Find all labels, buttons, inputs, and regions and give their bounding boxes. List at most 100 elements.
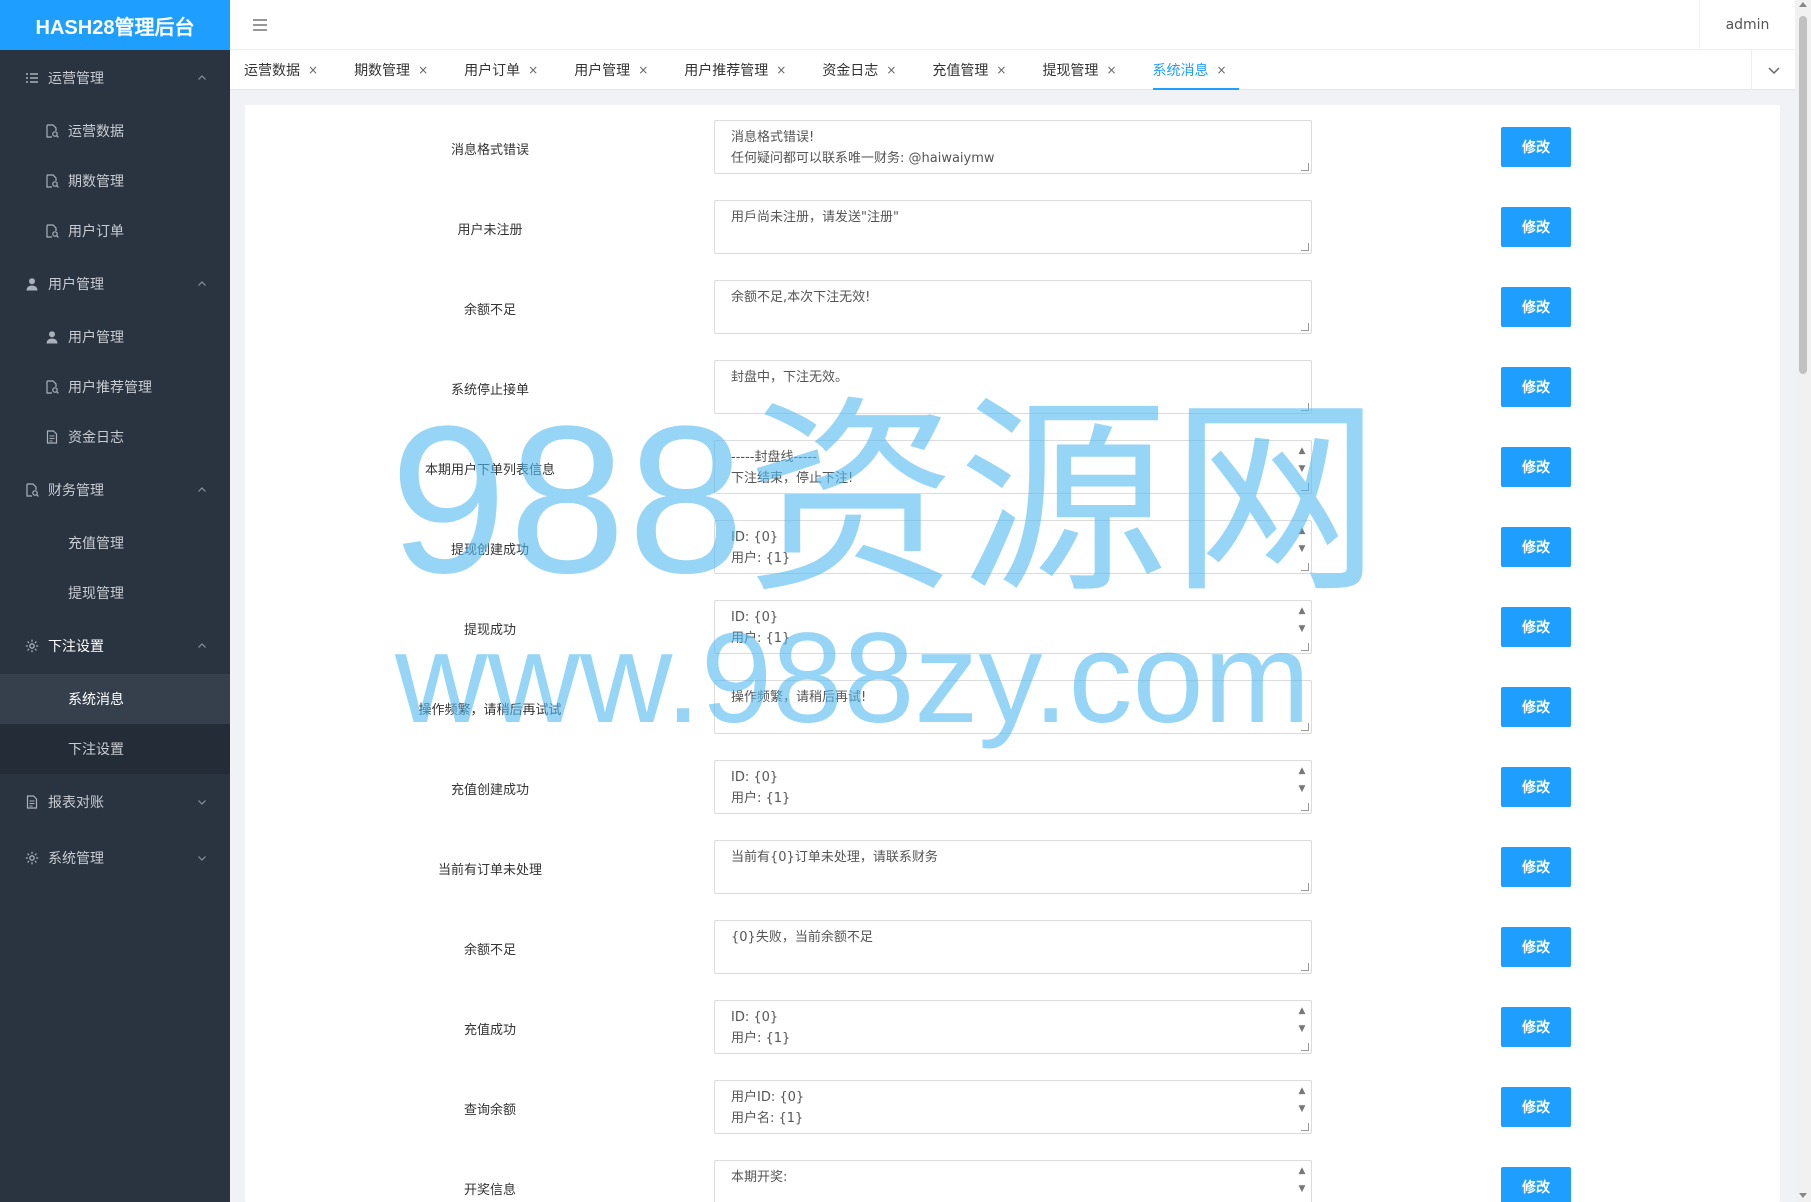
sidebar-group-3[interactable]: 下注设置 bbox=[0, 618, 230, 674]
textarea-scroll-arrows-icon[interactable]: ▲ ▼ bbox=[1297, 445, 1307, 485]
edit-button[interactable]: 修改 bbox=[1501, 367, 1571, 407]
edit-button[interactable]: 修改 bbox=[1501, 207, 1571, 247]
edit-button[interactable]: 修改 bbox=[1501, 927, 1571, 967]
resize-grip-icon[interactable] bbox=[1301, 323, 1309, 331]
sidebar-group-5[interactable]: 系统管理 bbox=[0, 830, 230, 886]
edit-button[interactable]: 修改 bbox=[1501, 1167, 1571, 1202]
sidebar-item[interactable]: 运营数据 bbox=[0, 106, 230, 156]
edit-button[interactable]: 修改 bbox=[1501, 1007, 1571, 1047]
message-textarea[interactable]: ID: {0} 用户: {1} ▲ ▼ bbox=[714, 1000, 1312, 1054]
resize-grip-icon[interactable] bbox=[1301, 563, 1309, 571]
edit-button[interactable]: 修改 bbox=[1501, 687, 1571, 727]
sidebar-item[interactable]: 资金日志 bbox=[0, 412, 230, 462]
resize-grip-icon[interactable] bbox=[1301, 483, 1309, 491]
user-menu[interactable]: admin bbox=[1699, 0, 1795, 50]
message-textarea[interactable]: 消息格式错误! 任何疑问都可以联系唯一财务: @haiwaiymw bbox=[714, 120, 1312, 174]
edit-button[interactable]: 修改 bbox=[1501, 1087, 1571, 1127]
tab[interactable]: 用户管理 × bbox=[574, 50, 662, 90]
close-icon[interactable]: × bbox=[638, 63, 648, 77]
message-textarea[interactable]: {0}失败，当前余额不足 bbox=[714, 920, 1312, 974]
edit-button[interactable]: 修改 bbox=[1501, 127, 1571, 167]
textarea-line: 消息格式错误! bbox=[731, 130, 815, 145]
textarea-line: 操作频繁，请稍后再试! bbox=[731, 690, 867, 705]
textarea-scroll-arrows-icon[interactable]: ▲ ▼ bbox=[1297, 605, 1307, 645]
tabs-dropdown-icon[interactable] bbox=[1751, 50, 1795, 90]
tab[interactable]: 资金日志 × bbox=[822, 50, 910, 90]
sidebar-item[interactable]: 充值管理 bbox=[0, 518, 230, 568]
tab[interactable]: 系统消息 × bbox=[1152, 50, 1241, 90]
message-textarea[interactable]: 封盘中，下注无效。 bbox=[714, 360, 1312, 414]
resize-grip-icon[interactable] bbox=[1301, 163, 1309, 171]
sidebar-item[interactable]: 系统消息 bbox=[0, 674, 230, 724]
close-icon[interactable]: × bbox=[308, 63, 318, 77]
message-textarea[interactable]: 余额不足,本次下注无效! bbox=[714, 280, 1312, 334]
message-textarea[interactable]: ID: {0} 用户: {1} ▲ ▼ bbox=[714, 600, 1312, 654]
close-icon[interactable]: × bbox=[1106, 63, 1116, 77]
sidebar-item[interactable]: 用户推荐管理 bbox=[0, 362, 230, 412]
menu-toggle-icon[interactable] bbox=[250, 15, 270, 35]
resize-grip-icon[interactable] bbox=[1301, 403, 1309, 411]
message-label: 开奖信息 bbox=[463, 1182, 516, 1198]
sidebar-item[interactable]: 下注设置 bbox=[0, 724, 230, 774]
message-textarea[interactable]: 用户ID: {0} 用户名: {1} ▲ ▼ bbox=[714, 1080, 1312, 1134]
textarea-scroll-arrows-icon[interactable]: ▲ ▼ bbox=[1297, 1005, 1307, 1045]
tab[interactable]: 期数管理 × bbox=[354, 50, 442, 90]
textarea-scroll-arrows-icon[interactable]: ▲ ▼ bbox=[1297, 1085, 1307, 1125]
edit-button[interactable]: 修改 bbox=[1501, 847, 1571, 887]
scroll-up-icon[interactable] bbox=[1799, 2, 1807, 7]
edit-button[interactable]: 修改 bbox=[1501, 287, 1571, 327]
message-textarea[interactable]: 当前有{0}订单未处理，请联系财务 bbox=[714, 840, 1312, 894]
close-icon[interactable]: × bbox=[996, 63, 1006, 77]
resize-grip-icon[interactable] bbox=[1301, 963, 1309, 971]
resize-grip-icon[interactable] bbox=[1301, 803, 1309, 811]
resize-grip-icon[interactable] bbox=[1301, 883, 1309, 891]
sidebar-item[interactable]: 提现管理 bbox=[0, 568, 230, 618]
sidebar-item[interactable]: 用户管理 bbox=[0, 312, 230, 362]
resize-grip-icon[interactable] bbox=[1301, 1123, 1309, 1131]
sidebar-group-0[interactable]: 运营管理 bbox=[0, 50, 230, 106]
close-icon[interactable]: × bbox=[418, 63, 428, 77]
close-icon[interactable]: × bbox=[1217, 63, 1227, 77]
resize-grip-icon[interactable] bbox=[1301, 243, 1309, 251]
textarea-line: 用戶尚未注册，请发送"注册" bbox=[731, 210, 899, 225]
edit-button[interactable]: 修改 bbox=[1501, 767, 1571, 807]
message-textarea[interactable]: 操作频繁，请稍后再试! bbox=[714, 680, 1312, 734]
textarea-scroll-arrows-icon[interactable]: ▲ ▼ bbox=[1297, 1165, 1307, 1202]
message-label: 提现成功 bbox=[463, 622, 516, 638]
sidebar-item[interactable]: 期数管理 bbox=[0, 156, 230, 206]
textarea-scroll-arrows-icon[interactable]: ▲ ▼ bbox=[1297, 525, 1307, 565]
resize-grip-icon[interactable] bbox=[1301, 1043, 1309, 1051]
tab[interactable]: 提现管理 × bbox=[1042, 50, 1130, 90]
sidebar-group-2[interactable]: 财务管理 bbox=[0, 462, 230, 518]
close-icon[interactable]: × bbox=[886, 63, 896, 77]
close-icon[interactable]: × bbox=[528, 63, 538, 77]
sidebar-item-label: 期数管理 bbox=[68, 174, 124, 190]
scrollbar-thumb[interactable] bbox=[1799, 16, 1807, 374]
textarea-line: ID: {0} bbox=[731, 770, 779, 785]
doc-search-icon bbox=[44, 173, 60, 189]
sidebar-group-label: 运营管理 bbox=[48, 71, 104, 87]
tab[interactable]: 用户推荐管理 × bbox=[684, 50, 800, 90]
resize-grip-icon[interactable] bbox=[1301, 643, 1309, 651]
message-textarea[interactable]: ID: {0} 用户: {1} ▲ ▼ bbox=[714, 520, 1312, 574]
tab[interactable]: 用户订单 × bbox=[464, 50, 552, 90]
edit-button[interactable]: 修改 bbox=[1501, 527, 1571, 567]
message-textarea[interactable]: 本期开奖: ▲ ▼ bbox=[714, 1160, 1312, 1202]
resize-grip-icon[interactable] bbox=[1301, 723, 1309, 731]
close-icon[interactable]: × bbox=[776, 63, 786, 77]
tab[interactable]: 运营数据 × bbox=[244, 50, 332, 90]
edit-button[interactable]: 修改 bbox=[1501, 447, 1571, 487]
app-logo[interactable]: HASH28管理后台 bbox=[0, 0, 230, 50]
scroll-down-icon[interactable] bbox=[1799, 1193, 1807, 1198]
sidebar-group-4[interactable]: 报表对账 bbox=[0, 774, 230, 830]
message-textarea[interactable]: -----封盘线----- 下注结束，停止下注! ▲ ▼ bbox=[714, 440, 1312, 494]
page-scrollbar[interactable] bbox=[1795, 0, 1811, 1202]
textarea-scroll-arrows-icon[interactable]: ▲ ▼ bbox=[1297, 765, 1307, 805]
edit-button[interactable]: 修改 bbox=[1501, 607, 1571, 647]
sidebar-item[interactable]: 用户订单 bbox=[0, 206, 230, 256]
tab[interactable]: 充值管理 × bbox=[932, 50, 1020, 90]
sidebar-group-1[interactable]: 用户管理 bbox=[0, 256, 230, 312]
message-textarea[interactable]: ID: {0} 用户: {1} ▲ ▼ bbox=[714, 760, 1312, 814]
sidebar-submenu: 充值管理 提现管理 bbox=[0, 518, 230, 618]
message-textarea[interactable]: 用戶尚未注册，请发送"注册" bbox=[714, 200, 1312, 254]
